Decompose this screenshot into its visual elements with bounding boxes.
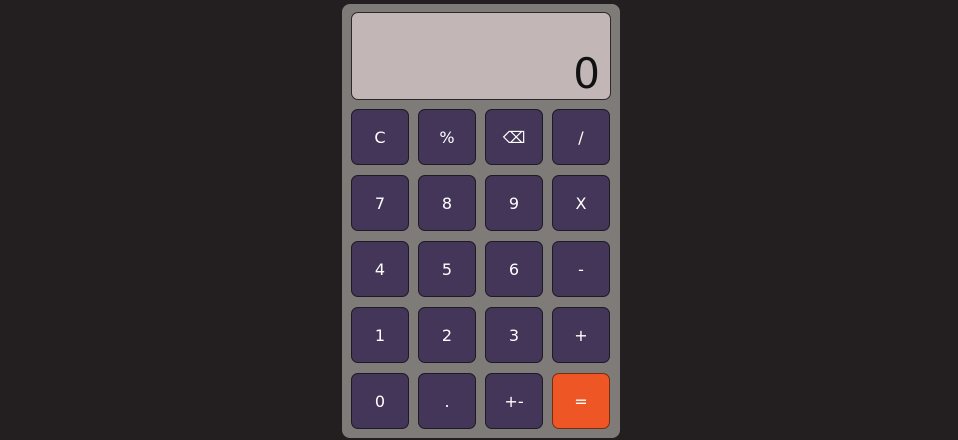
multiply-button[interactable]: X (552, 175, 610, 231)
digit-4-button[interactable]: 4 (351, 241, 409, 297)
digit-3-button[interactable]: 3 (485, 307, 543, 363)
digit-6-button[interactable]: 6 (485, 241, 543, 297)
digit-0-button[interactable]: 0 (351, 373, 409, 429)
digit-7-button[interactable]: 7 (351, 175, 409, 231)
display-screen: 0 (351, 12, 611, 100)
digit-9-button[interactable]: 9 (485, 175, 543, 231)
clear-button[interactable]: C (351, 109, 409, 165)
backspace-button[interactable]: ⌫ (485, 109, 543, 165)
add-button[interactable]: + (552, 307, 610, 363)
digit-1-button[interactable]: 1 (351, 307, 409, 363)
keypad: C % ⌫ / 7 8 9 X 4 5 6 - 1 2 3 + 0 . +- = (351, 109, 610, 429)
decimal-button[interactable]: . (418, 373, 476, 429)
divide-button[interactable]: / (552, 109, 610, 165)
backspace-icon: ⌫ (502, 127, 526, 147)
subtract-button[interactable]: - (552, 241, 610, 297)
percent-button[interactable]: % (418, 109, 476, 165)
digit-8-button[interactable]: 8 (418, 175, 476, 231)
digit-2-button[interactable]: 2 (418, 307, 476, 363)
display-value: 0 (573, 49, 600, 98)
negate-button[interactable]: +- (485, 373, 543, 429)
equals-button[interactable]: = (552, 373, 610, 429)
digit-5-button[interactable]: 5 (418, 241, 476, 297)
calculator: 0 C % ⌫ / 7 8 9 X 4 5 6 - 1 2 3 + 0 . +-… (342, 4, 620, 438)
